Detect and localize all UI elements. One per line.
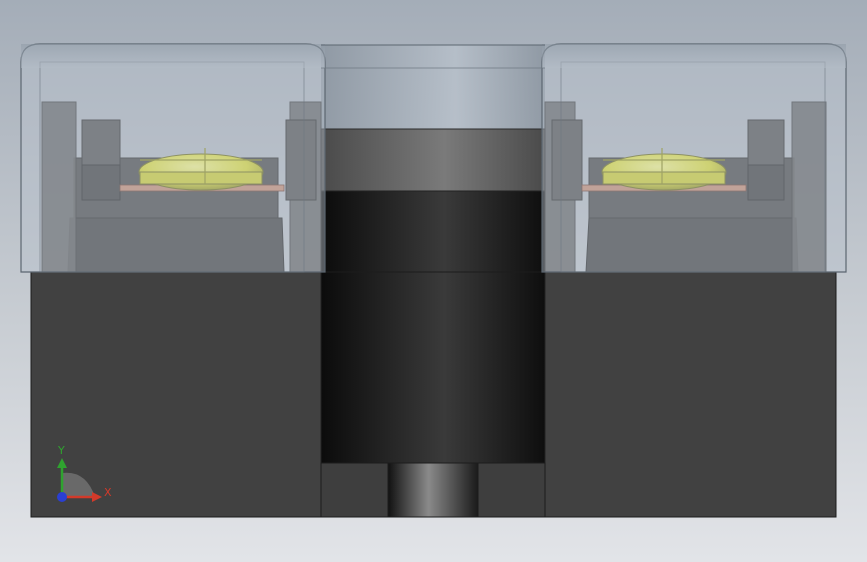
center-cylinder (320, 45, 546, 464)
cad-model-view: Y X (20, 43, 847, 518)
triad-y-label: Y (57, 444, 65, 457)
triad-z-axis (57, 492, 67, 502)
bottom-slot (320, 462, 546, 518)
cad-viewport[interactable]: Y X (0, 0, 867, 562)
triad-x-label: X (104, 486, 112, 499)
left-cover (20, 43, 326, 273)
right-cover (541, 43, 847, 273)
